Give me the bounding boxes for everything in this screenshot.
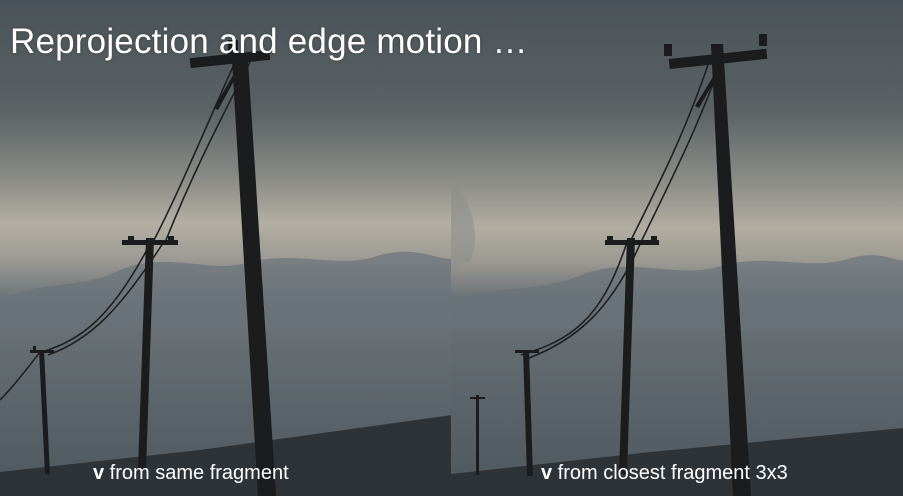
velocity-symbol: v xyxy=(93,462,105,484)
velocity-symbol: v xyxy=(541,462,553,484)
left-scene-image xyxy=(0,0,452,496)
sky xyxy=(451,0,903,496)
caption-text: from same fragment xyxy=(104,462,289,484)
right-scene-image xyxy=(451,0,903,496)
right-render-panel xyxy=(451,0,903,496)
sky xyxy=(0,0,452,496)
left-render-panel xyxy=(0,0,452,496)
caption-text: from closest fragment 3x3 xyxy=(552,462,788,484)
slide-title: Reprojection and edge motion … xyxy=(10,22,528,61)
left-panel-caption: v from same fragment xyxy=(93,462,289,485)
right-panel-caption: v from closest fragment 3x3 xyxy=(541,462,788,485)
